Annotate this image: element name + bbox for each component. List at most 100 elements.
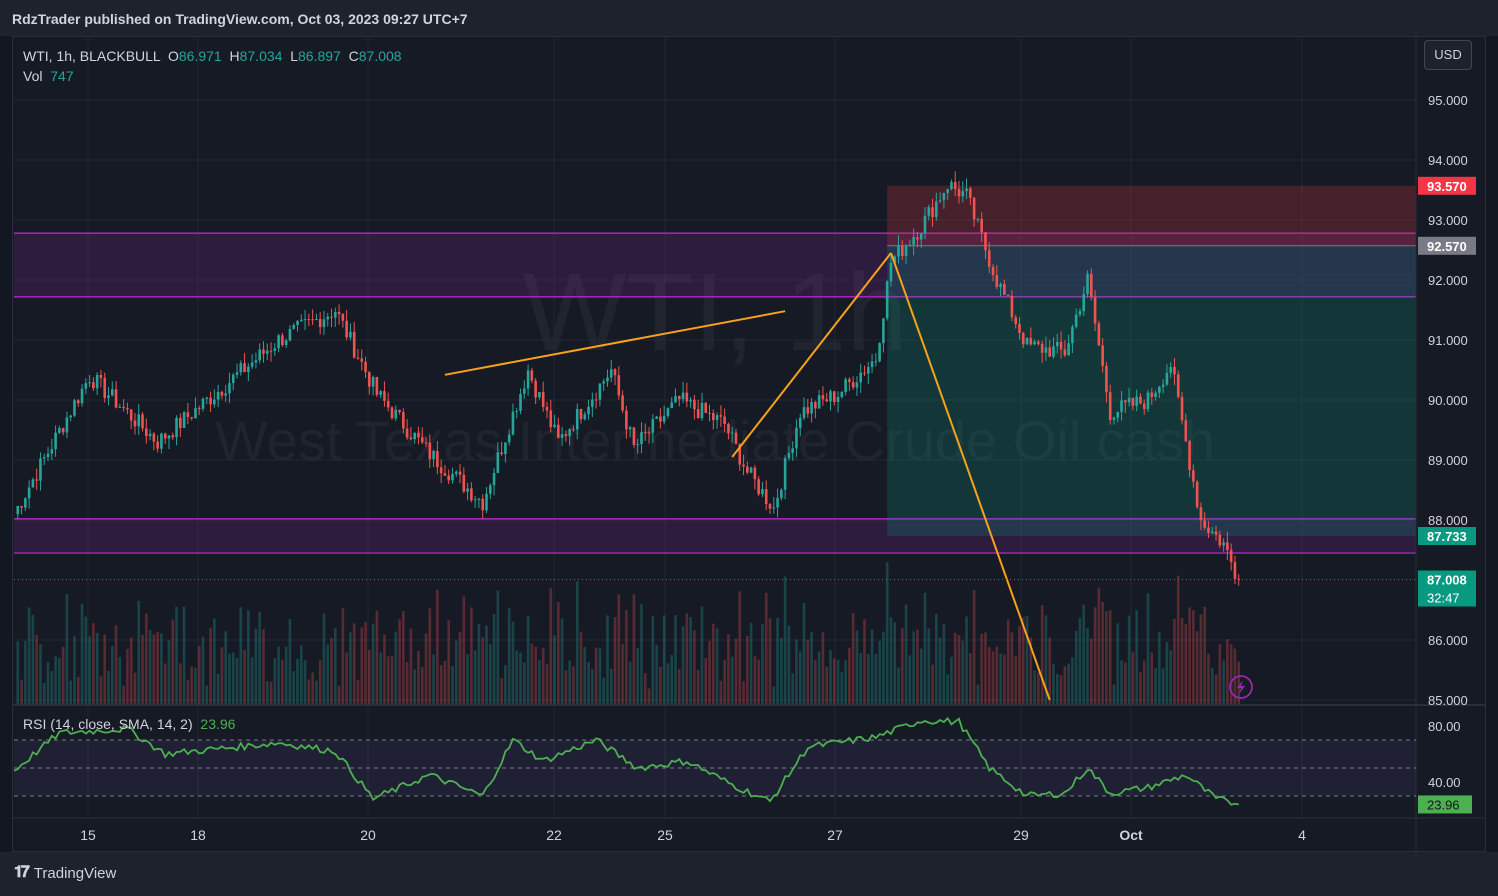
volume-bar	[814, 660, 817, 705]
candle-body	[640, 432, 643, 445]
currency-button[interactable]: USD	[1424, 40, 1472, 70]
candle-body	[844, 379, 847, 392]
candle-body	[965, 188, 968, 192]
volume-bar	[224, 631, 227, 705]
legend-low: 86.897	[298, 48, 341, 64]
volume-bar	[156, 631, 159, 705]
volume-bar	[432, 654, 435, 705]
candle-body	[390, 407, 394, 419]
volume-bar	[851, 613, 855, 705]
candle-body	[787, 452, 791, 459]
tradingview-logo[interactable]: 𝟏𝟕 TradingView	[14, 864, 116, 882]
candle-body	[742, 464, 745, 467]
volume-bar	[693, 630, 696, 705]
volume-bar	[609, 668, 613, 705]
volume-bar	[730, 656, 734, 705]
volume-bars	[16, 562, 1241, 705]
candle-body	[1044, 347, 1048, 353]
volume-bar	[659, 666, 662, 705]
candle-body	[625, 410, 628, 430]
volume-bar	[110, 645, 114, 705]
candle-body	[88, 382, 91, 384]
candle-body	[110, 389, 114, 396]
candle-body	[213, 399, 216, 405]
volume-bar	[1003, 654, 1006, 705]
price-tag-label: 87.733	[1427, 529, 1467, 544]
volume-bar	[878, 640, 881, 705]
volume-bar	[882, 631, 885, 705]
volume-bar	[24, 640, 27, 705]
price-tag-label: 92.570	[1427, 239, 1467, 254]
legend-c-label: C	[348, 48, 359, 64]
candle-body	[1169, 366, 1172, 373]
candle-body	[303, 319, 307, 321]
candle-body	[398, 409, 401, 413]
candle-body	[1067, 343, 1070, 356]
rsi-tick-label: 80.00	[1428, 719, 1461, 734]
candle-body	[1082, 294, 1086, 312]
candle-body	[980, 218, 983, 233]
tradingview-logo-text: TradingView	[33, 864, 117, 882]
volume-bar	[500, 678, 503, 705]
volume-bar	[1192, 610, 1195, 705]
volume-bar	[1040, 605, 1044, 705]
volume-bar	[73, 636, 76, 705]
candle-body	[1192, 470, 1195, 482]
candle-body	[1207, 527, 1210, 533]
volume-bar	[390, 655, 394, 705]
candle-body	[1101, 345, 1104, 366]
candle-body	[817, 395, 821, 409]
candle-body	[651, 419, 655, 433]
candle-body	[1127, 397, 1131, 403]
volume-bar	[61, 646, 65, 705]
candle-body	[855, 382, 859, 388]
candle-body	[643, 432, 647, 434]
volume-bar	[284, 646, 288, 705]
candle-body	[375, 376, 379, 395]
candle-body	[700, 402, 704, 419]
price-tick-label: 85.000	[1428, 693, 1468, 708]
candle-body	[432, 451, 435, 460]
volume-bar	[957, 635, 961, 705]
volume-bar	[704, 657, 708, 705]
volume-bar	[1226, 639, 1229, 705]
volume-bar	[1131, 652, 1135, 705]
candle-body	[1059, 341, 1063, 350]
volume-bar	[1018, 626, 1021, 705]
volume-bar	[201, 636, 205, 705]
candle-body	[946, 189, 949, 193]
candle-body	[345, 320, 348, 338]
candle-body	[133, 420, 137, 427]
candle-body	[428, 442, 432, 460]
candle-body	[492, 472, 496, 486]
volume-bar	[541, 647, 545, 705]
volume-bar	[1067, 663, 1070, 705]
volume-bar	[175, 606, 178, 705]
volume-bar	[572, 666, 575, 705]
candle-body	[613, 369, 617, 376]
candle-body	[591, 399, 594, 407]
candle-body	[473, 499, 477, 501]
candle-body	[424, 442, 428, 444]
candle-body	[1048, 347, 1052, 357]
price-tick-label: 86.000	[1428, 633, 1468, 648]
candle-body	[265, 350, 269, 354]
volume-bar	[591, 668, 594, 705]
candle-body	[575, 408, 579, 430]
price-chart[interactable]: WTI, 1h West Texas Intermediate Crude Oi…	[0, 0, 1498, 896]
volume-bar	[507, 607, 511, 705]
candle-body	[840, 391, 844, 397]
volume-bar	[65, 593, 69, 705]
candle-body	[129, 409, 133, 421]
volume-bar	[530, 643, 534, 705]
candle-body	[1108, 392, 1112, 420]
candle-body	[92, 382, 95, 389]
candle-body	[1018, 324, 1021, 333]
volume-bar	[364, 621, 367, 705]
candle-body	[141, 414, 144, 429]
candle-body	[182, 412, 186, 428]
candle-body	[179, 417, 182, 428]
candle-body	[594, 399, 598, 401]
candle-body	[764, 489, 768, 505]
footer-bar	[0, 852, 1498, 896]
